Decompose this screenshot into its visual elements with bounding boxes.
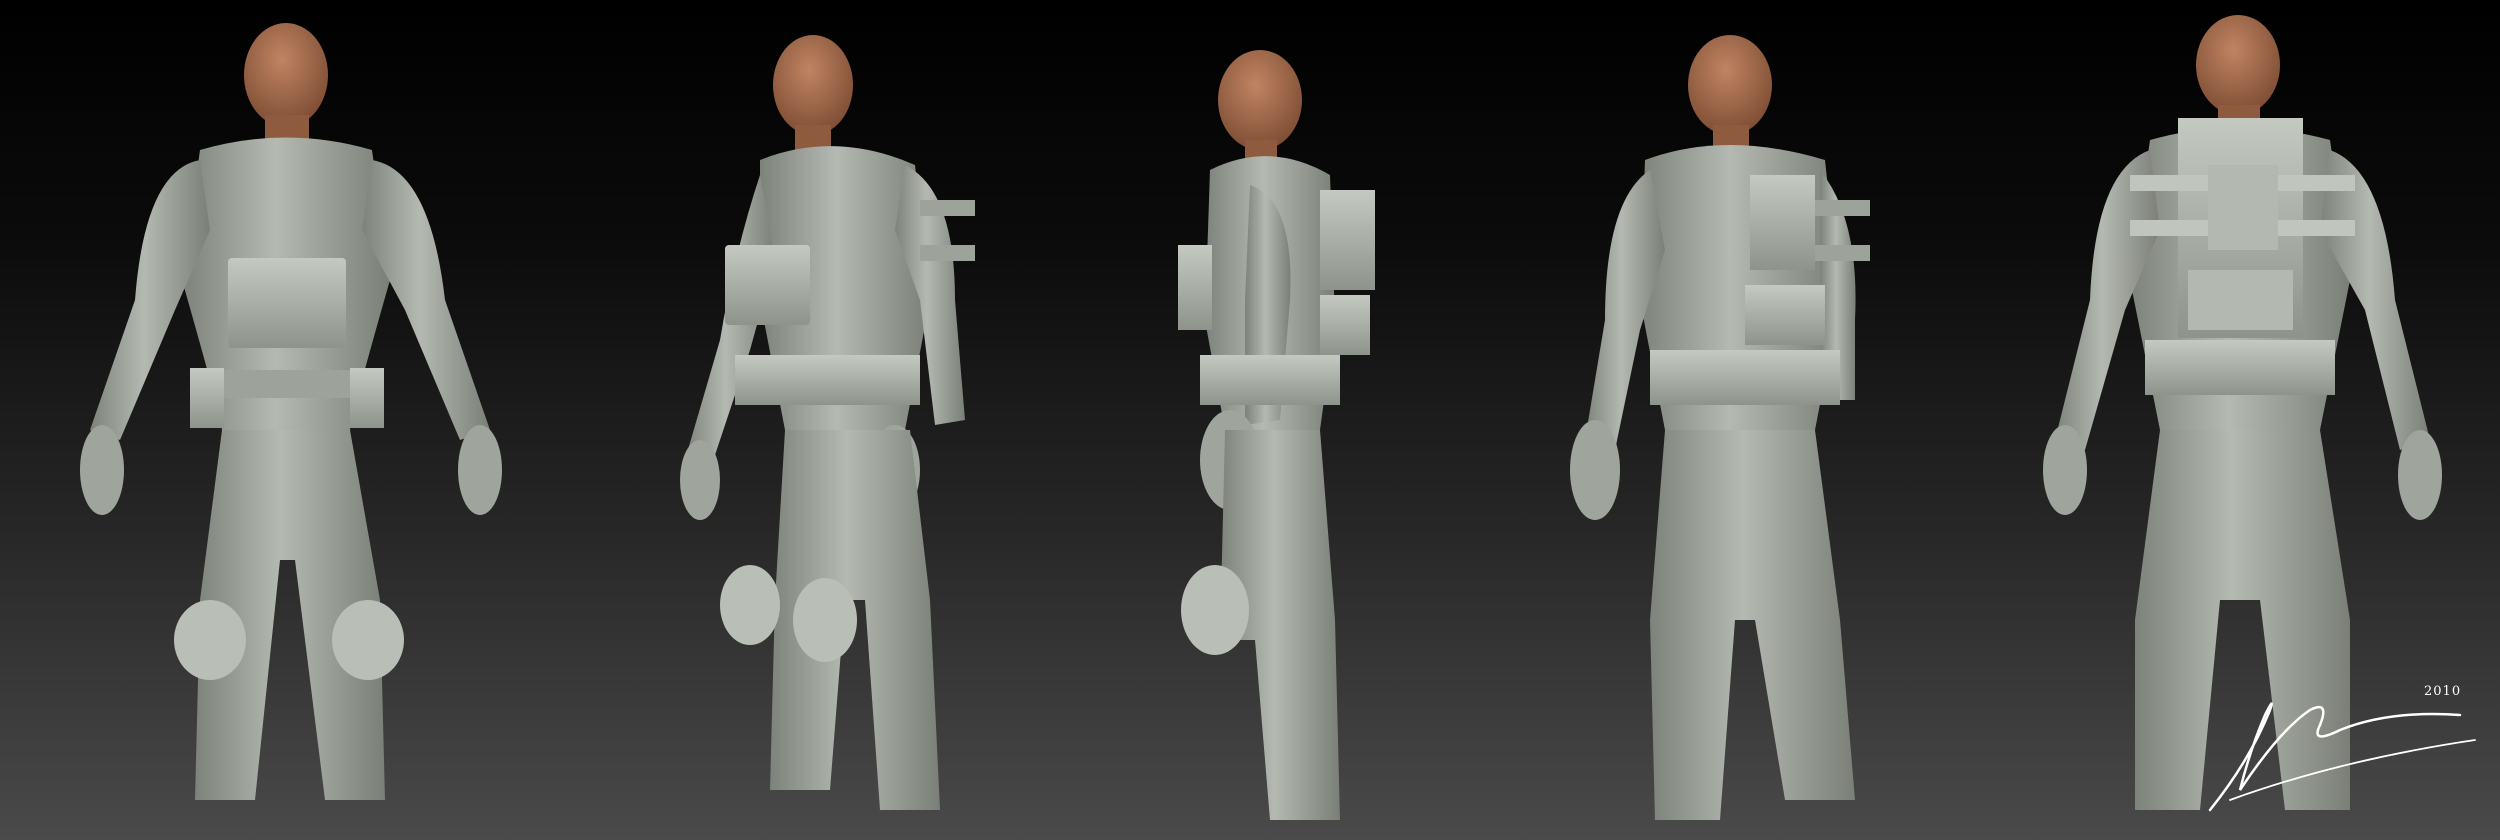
three-quarter-front-figure-svg (680, 35, 975, 810)
render-scene: 2010 (0, 0, 2500, 840)
belt (215, 370, 360, 398)
front-figure-svg (80, 23, 502, 800)
head (2196, 15, 2280, 115)
back-hand (680, 440, 720, 520)
head (773, 35, 853, 135)
knee-pad-left (720, 565, 780, 645)
signature-underline (2229, 739, 2476, 801)
belt-pouch-left (190, 368, 224, 428)
knee-pad (1181, 565, 1249, 655)
back-pack-handle (920, 200, 975, 216)
left-hand (1570, 420, 1620, 520)
side-figure-svg (1178, 50, 1375, 820)
head (244, 23, 328, 127)
chest-plate (725, 245, 810, 325)
signature-year: 2010 (2424, 684, 2462, 699)
belt (1200, 355, 1340, 405)
character-side-view (1160, 0, 1410, 840)
character-three-quarter-front-view (665, 0, 1005, 840)
left-hand (2043, 425, 2087, 515)
back-pack-handle (1815, 200, 1870, 216)
back-pack (1750, 175, 1815, 270)
belt (735, 355, 920, 405)
knee-pad-right (793, 578, 857, 662)
front-pouch (1178, 245, 1212, 330)
back-pack-handle-2 (1815, 245, 1870, 261)
belt (2145, 340, 2335, 395)
chest-plate (228, 258, 346, 348)
knee-pad-left (174, 600, 246, 680)
character-three-quarter-back-view (1555, 0, 1905, 840)
back-pack-box (2208, 165, 2278, 250)
character-front-view (50, 0, 530, 840)
head (1688, 35, 1772, 135)
belt-pouch-right (350, 368, 384, 428)
right-hand (458, 425, 502, 515)
back-pack (1320, 190, 1375, 290)
back-pack-lower (1745, 285, 1825, 345)
belt (1650, 350, 1840, 405)
knee-pad-right (332, 600, 404, 680)
left-hand (80, 425, 124, 515)
three-quarter-back-figure-svg (1570, 35, 1870, 820)
back-pack-lower (1320, 295, 1370, 355)
back-pack-lower (2188, 270, 2293, 330)
head (1218, 50, 1302, 150)
back-pack-handle-2 (920, 245, 975, 261)
right-hand (2398, 430, 2442, 520)
legs (1650, 430, 1855, 820)
